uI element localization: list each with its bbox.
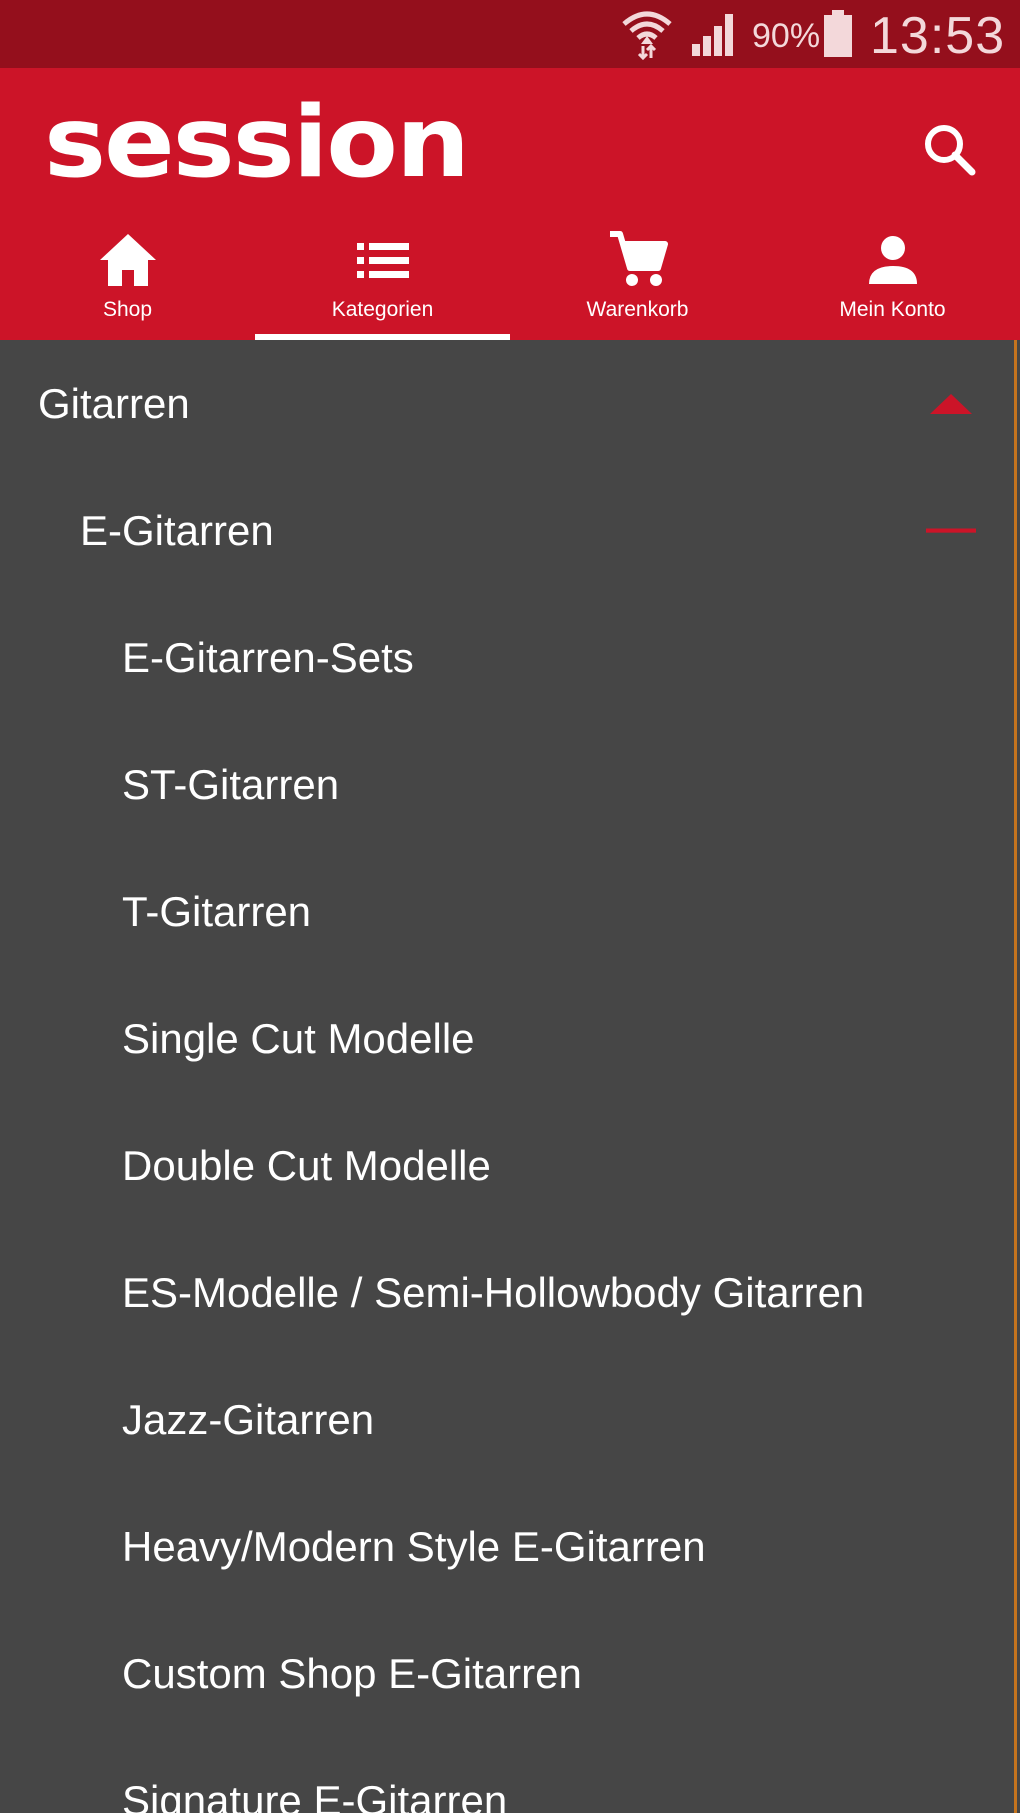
status-bar: 90% 13:53 bbox=[0, 0, 1020, 68]
cart-icon bbox=[606, 228, 670, 292]
list-item[interactable]: Heavy/Modern Style E-Gitarren bbox=[0, 1483, 1014, 1610]
tab-label: Kategorien bbox=[331, 298, 434, 321]
list-item[interactable]: Single Cut Modelle bbox=[0, 975, 1014, 1102]
category-label: Heavy/Modern Style E-Gitarren bbox=[122, 1523, 706, 1570]
list-item[interactable]: ST-Gitarren bbox=[0, 721, 1014, 848]
list-item[interactable]: Custom Shop E-Gitarren bbox=[0, 1610, 1014, 1737]
app-header: session Shop Kategorien Warenkorb Mein K… bbox=[0, 68, 1020, 340]
category-label: T-Gitarren bbox=[122, 888, 312, 935]
svg-text:session: session bbox=[44, 98, 468, 188]
list-item[interactable]: Signature E-Gitarren bbox=[0, 1737, 1014, 1813]
category-label: ES-Modelle / Semi-Hollowbody Gitarren bbox=[122, 1269, 865, 1316]
category-label: ST-Gitarren bbox=[122, 761, 340, 808]
list-item[interactable]: ES-Modelle / Semi-Hollowbody Gitarren bbox=[0, 1229, 1014, 1356]
list-item[interactable]: Jazz-Gitarren bbox=[0, 1356, 1014, 1483]
battery-percent: 90% bbox=[752, 17, 821, 55]
tab-kategorien[interactable]: Kategorien bbox=[255, 220, 510, 340]
category-label: Jazz-Gitarren bbox=[122, 1396, 375, 1443]
list-item[interactable]: T-Gitarren bbox=[0, 848, 1014, 975]
list-item[interactable]: E-Gitarren-Sets bbox=[0, 594, 1014, 721]
search-button[interactable] bbox=[918, 120, 982, 184]
tab-label: Shop bbox=[102, 298, 153, 321]
category-label: E-Gitarren bbox=[80, 507, 274, 554]
category-label: Signature E-Gitarren bbox=[122, 1777, 508, 1813]
tab-warenkorb[interactable]: Warenkorb bbox=[510, 220, 765, 340]
triangle-up-icon[interactable] bbox=[926, 389, 976, 419]
nav-tabs: Shop Kategorien Warenkorb Mein Konto bbox=[0, 220, 1020, 340]
list-item[interactable]: Double Cut Modelle bbox=[0, 1102, 1014, 1229]
category-label: Single Cut Modelle bbox=[122, 1015, 475, 1062]
tab-label: Warenkorb bbox=[586, 298, 689, 321]
category-list: Gitarren E-Gitarren E-Gitarren-Sets ST-G… bbox=[0, 340, 1014, 1813]
category-e-gitarren[interactable]: E-Gitarren bbox=[0, 467, 1014, 594]
home-icon bbox=[96, 228, 160, 292]
person-icon bbox=[861, 228, 925, 292]
tab-label: Mein Konto bbox=[839, 298, 946, 321]
minus-icon[interactable] bbox=[926, 516, 976, 546]
category-label: Custom Shop E-Gitarren bbox=[122, 1650, 582, 1697]
clock: 13:53 bbox=[870, 7, 1006, 65]
battery-icon bbox=[822, 10, 854, 63]
wifi-icon bbox=[620, 6, 674, 65]
tab-mein-konto[interactable]: Mein Konto bbox=[765, 220, 1020, 340]
session-logo[interactable]: session bbox=[44, 86, 474, 200]
category-gitarren[interactable]: Gitarren bbox=[0, 340, 1014, 467]
category-label: E-Gitarren-Sets bbox=[122, 634, 414, 681]
tab-shop[interactable]: Shop bbox=[0, 220, 255, 340]
list-icon bbox=[351, 228, 415, 292]
category-label: Double Cut Modelle bbox=[122, 1142, 491, 1189]
search-icon bbox=[922, 122, 978, 183]
cell-signal-icon bbox=[690, 12, 738, 63]
category-label: Gitarren bbox=[38, 380, 190, 427]
